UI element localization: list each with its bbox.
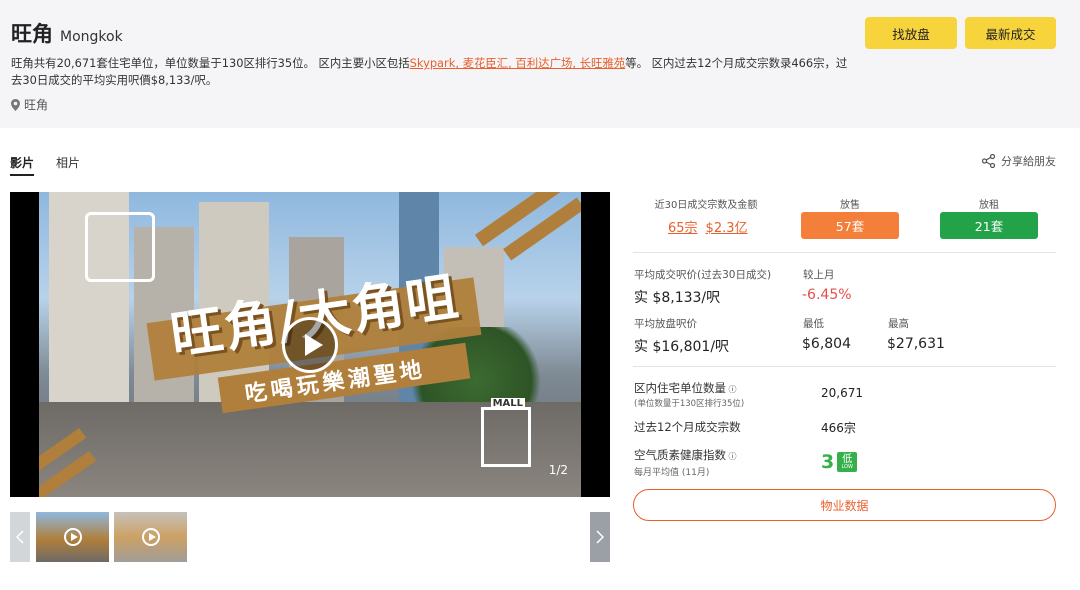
video-player[interactable]: 旺角/大角咀 吃喝玩樂潮聖地 MALL 1/2: [10, 192, 610, 497]
share-label: 分享給朋友: [1001, 155, 1056, 168]
rent-listings-button[interactable]: 21套: [940, 212, 1038, 239]
play-icon[interactable]: [282, 317, 338, 373]
divider: [633, 366, 1056, 367]
txn-12m-value: 466宗: [821, 421, 856, 435]
property-data-button[interactable]: 物业数据: [633, 489, 1056, 521]
tab-active-indicator: [10, 174, 34, 176]
latest-transaction-button[interactable]: 最新成交: [965, 17, 1056, 49]
avg-txn-price-value: 实 $8,133/呎: [634, 290, 721, 306]
low-label: 最低: [803, 318, 824, 330]
estate-link-paliburg[interactable]: 百利达广场: [515, 56, 572, 70]
avg-list-price-label: 平均放盘呎价: [634, 318, 697, 330]
avg-txn-price-label: 平均成交呎价(过去30日成交): [634, 269, 772, 281]
units-value: 20,671: [821, 386, 863, 400]
prev-thumb-button[interactable]: [10, 512, 30, 562]
air-quality-label: 空气质素健康指数 ⓘ: [634, 448, 737, 462]
divider: [633, 252, 1056, 253]
recent-txn-label: 近30日成交宗数及金额: [654, 200, 758, 211]
page-title: 旺角 Mongkok: [11, 18, 123, 48]
district-name-zh: 旺角: [11, 22, 53, 46]
recent-txn-values: 65宗 $2.3亿: [668, 217, 756, 236]
district-name-en: Mongkok: [60, 29, 123, 45]
mom-label: 较上月: [803, 269, 835, 281]
tab-video[interactable]: 影片: [10, 154, 34, 171]
chevron-right-icon: [596, 530, 604, 544]
air-quality-sublabel: 每月平均值 (11月): [634, 468, 710, 478]
info-icon[interactable]: ⓘ: [726, 452, 737, 461]
estate-link-skypark[interactable]: Skypark: [410, 56, 456, 70]
tab-photo[interactable]: 相片: [56, 154, 80, 171]
location-text: 旺角: [24, 98, 49, 112]
play-icon: [64, 528, 82, 546]
sale-label: 放售: [840, 200, 860, 211]
mom-change-value: -6.45%: [802, 287, 852, 303]
recent-txn-amount-link[interactable]: $2.3亿: [706, 221, 748, 236]
location-pin-icon: [11, 98, 20, 111]
txn-12m-label: 过去12个月成交宗数: [634, 420, 741, 434]
low-price-value: $6,804: [802, 336, 851, 352]
units-sublabel: (单位数量于130区排行35位): [634, 399, 745, 409]
high-label: 最高: [888, 318, 909, 330]
sale-listings-button[interactable]: 57套: [801, 212, 899, 239]
district-description: 旺角共有20,671套住宅单位，单位数量于130区排行35位。 区内主要小区包括…: [11, 56, 848, 87]
rent-label: 放租: [979, 200, 999, 211]
desc-text-1: 旺角共有20,671套住宅单位，单位数量于130区排行35位。 区内主要小区包括: [11, 56, 410, 70]
next-thumb-button[interactable]: [590, 512, 610, 562]
high-price-value: $27,631: [887, 336, 945, 352]
mall-icon: [481, 407, 531, 467]
share-icon: [982, 154, 995, 168]
recent-txn-count-link[interactable]: 65宗: [668, 221, 698, 236]
find-listing-button[interactable]: 找放盘: [865, 17, 957, 49]
air-quality-badge: 低 LOW: [837, 452, 858, 472]
play-icon: [142, 528, 160, 546]
media-counter: 1/2: [548, 463, 568, 477]
district-header: 旺角 Mongkok 旺角共有20,671套住宅单位，单位数量于130区排行35…: [0, 0, 1080, 128]
share-button[interactable]: 分享給朋友: [982, 153, 1056, 169]
video-thumbnail-1[interactable]: [36, 512, 109, 562]
air-quality-value: 3: [821, 451, 835, 473]
video-thumbnail-2[interactable]: [114, 512, 187, 562]
estate-link-macpherson[interactable]: 麦花臣汇: [463, 56, 509, 70]
info-icon[interactable]: ⓘ: [726, 385, 737, 394]
estate-link-cheung-wong[interactable]: 长旺雅苑: [580, 56, 626, 70]
units-label: 区内住宅单位数量 ⓘ: [634, 381, 737, 395]
chevron-left-icon: [16, 530, 24, 544]
drink-cup-icon: [85, 212, 155, 282]
location-tag: 旺角: [11, 96, 48, 113]
avg-list-price-value: 实 $16,801/呎: [634, 339, 730, 355]
air-quality-indicator: 3 低 LOW: [821, 451, 858, 473]
